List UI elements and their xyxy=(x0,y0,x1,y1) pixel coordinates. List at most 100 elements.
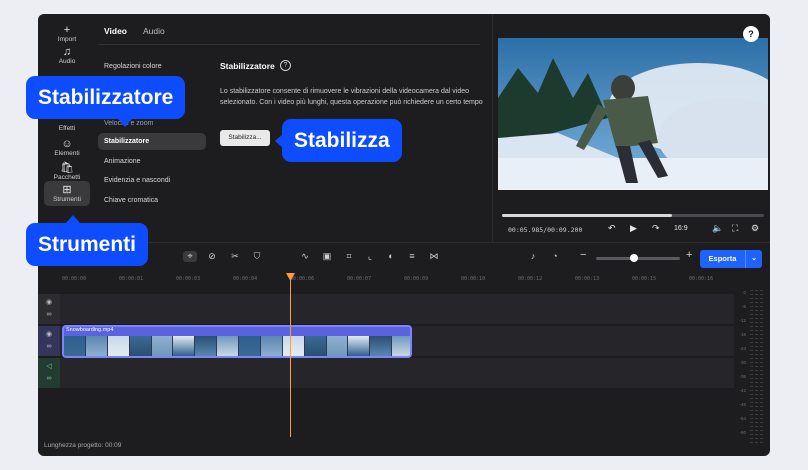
playhead[interactable] xyxy=(290,274,291,437)
audio-icon[interactable]: ♪ xyxy=(526,251,540,261)
rail-strumenti[interactable]: ⊞ Strumenti xyxy=(44,181,90,206)
ruler-tick: 00:00:06 xyxy=(290,276,315,282)
meter-label: -54 xyxy=(739,416,746,421)
undo-icon[interactable]: ↶ xyxy=(608,223,616,234)
meter-label: -42 xyxy=(739,388,746,393)
eye-icon[interactable]: ◉ xyxy=(38,297,60,309)
transition-icon[interactable]: ⋈ xyxy=(427,251,441,262)
ruler-tick: 00:00:10 xyxy=(461,276,486,282)
callout-stabilizzatore-text: Stabilizzatore xyxy=(38,86,174,109)
export-button[interactable]: Esporta ⌄ xyxy=(700,250,762,268)
ruler-tick: 00:00:09 xyxy=(404,276,429,282)
focus-icon[interactable]: ⌗ xyxy=(342,251,356,262)
link-icon[interactable]: ∞ xyxy=(38,373,60,385)
crop-icon[interactable]: ⌞ xyxy=(363,251,377,262)
help-icon[interactable]: ? xyxy=(280,60,291,71)
ruler-tick: 00:00:03 xyxy=(176,276,201,282)
callout-tail xyxy=(66,215,80,223)
clip-thumbnail xyxy=(260,336,283,356)
meter-label: -24 xyxy=(739,346,746,351)
clip-thumbnail xyxy=(173,336,196,356)
zoom-slider[interactable] xyxy=(596,257,680,260)
tabs-divider xyxy=(98,44,480,45)
settings-icon[interactable]: ⚙ xyxy=(751,223,759,234)
submenu-animazione[interactable]: Animazione xyxy=(98,153,206,170)
stabilizza-button[interactable]: Stabilizza... xyxy=(220,130,270,146)
link-icon[interactable]: ∞ xyxy=(38,309,60,321)
eye-icon[interactable]: ◉ xyxy=(38,329,60,341)
clip-thumbnail xyxy=(304,336,327,356)
ruler-tick: 00:00:12 xyxy=(518,276,543,282)
smiley-icon: ☺ xyxy=(61,138,73,150)
tab-audio[interactable]: Audio xyxy=(143,26,165,40)
play-icon[interactable]: ▶ xyxy=(630,223,637,234)
ruler-tick: 00:00:04 xyxy=(233,276,258,282)
video-clip[interactable]: Snowboarding.mp4 xyxy=(62,325,412,358)
zoom-out-icon[interactable]: − xyxy=(580,249,586,261)
preview-help-icon[interactable]: ? xyxy=(743,26,759,42)
submenu-regolazioni-colore[interactable]: Regolazioni colore xyxy=(98,58,206,75)
rail-audio[interactable]: ♫ Audio xyxy=(42,46,92,65)
meter-channel xyxy=(750,290,753,445)
meter-label: -6 xyxy=(741,304,746,309)
snapshot-icon[interactable]: ▣ xyxy=(320,251,334,262)
callout-stabilizzatore: Stabilizzatore xyxy=(26,76,186,127)
redo-icon[interactable]: ↷ xyxy=(652,223,660,234)
track-head: ◉ ∞ xyxy=(38,326,60,356)
track-head: ◁ ∞ xyxy=(38,358,60,388)
shield-icon[interactable]: ⛉ xyxy=(250,251,264,262)
clip-thumbnail xyxy=(129,336,152,356)
callout-stabilizza-text: Stabilizza xyxy=(294,129,390,152)
fullscreen-icon[interactable]: ⛶ xyxy=(732,223,738,234)
chevron-down-icon[interactable]: ⌄ xyxy=(746,250,762,268)
clip-thumbnail xyxy=(326,336,349,356)
section-description: Lo stabilizzatore consente di rimuovere … xyxy=(220,88,483,106)
color-icon[interactable]: ◐ xyxy=(384,251,398,261)
clip-name: Snowboarding.mp4 xyxy=(66,327,114,333)
submenu-chiave-cromatica[interactable]: Chiave cromatica xyxy=(98,192,206,209)
speed-icon[interactable]: ◔ xyxy=(548,251,562,261)
rail-pacchetti[interactable]: 🛍 Pacchetti xyxy=(42,162,92,181)
rail-elementi-label: Elementi xyxy=(54,150,80,157)
rail-import[interactable]: + Import xyxy=(42,24,92,43)
waveform-icon[interactable]: ∿ xyxy=(298,251,312,262)
bag-icon: 🛍 xyxy=(60,162,74,174)
submenu-stabilizzatore[interactable]: Stabilizzatore xyxy=(98,133,206,150)
plus-icon: + xyxy=(63,24,71,36)
ruler-tick: 00:00:01 xyxy=(119,276,144,282)
rail-effetti[interactable]: Effetti xyxy=(42,125,92,132)
callout-stabilizza: Stabilizza xyxy=(275,119,402,162)
aspect-ratio-select[interactable]: 16:9 xyxy=(674,225,688,232)
rail-audio-label: Audio xyxy=(58,58,76,65)
ruler-tick: 00:00:16 xyxy=(689,276,714,282)
tab-video[interactable]: Video xyxy=(104,26,127,40)
submenu-evidenzia-nascondi[interactable]: Evidenzia e nascondi xyxy=(98,172,206,189)
disable-icon[interactable]: ⊘ xyxy=(205,251,219,262)
volume-icon[interactable]: 🔈 xyxy=(712,223,723,234)
meter-channel xyxy=(755,290,758,445)
rail-pacchetti-label: Pacchetti xyxy=(53,174,81,181)
scissors-icon[interactable]: ✂ xyxy=(228,251,242,262)
zoom-in-icon[interactable]: + xyxy=(686,249,692,261)
clip-thumbnail xyxy=(282,336,305,356)
music-note-icon: ♫ xyxy=(62,46,72,58)
clip-thumbnail xyxy=(392,336,410,356)
video-preview[interactable] xyxy=(498,38,768,190)
speaker-icon[interactable]: ◁ xyxy=(38,361,60,373)
meter-channel xyxy=(760,290,763,445)
rail-effetti-label: Effetti xyxy=(58,125,76,132)
export-label: Esporta xyxy=(700,250,746,268)
select-tool-icon[interactable]: ⌖ xyxy=(183,251,197,262)
scrub-bar[interactable] xyxy=(502,214,764,217)
audio-meter: 0 -6 -12 -18 -24 -30 -36 -42 -48 -54 -60 xyxy=(738,290,766,445)
callout-strumenti-text: Strumenti xyxy=(38,233,137,256)
link-icon[interactable]: ∞ xyxy=(38,341,60,353)
ruler-tick: 00:00:07 xyxy=(347,276,372,282)
meter-label: -60 xyxy=(739,430,746,435)
tools-grid-icon: ⊞ xyxy=(62,184,72,196)
adjust-icon[interactable]: ≡ xyxy=(405,251,419,261)
rail-elementi[interactable]: ☺ Elementi xyxy=(42,138,92,157)
clip-thumbnail xyxy=(64,336,86,356)
panel-tabs: Video Audio xyxy=(104,26,165,40)
zoom-handle[interactable] xyxy=(629,254,638,262)
